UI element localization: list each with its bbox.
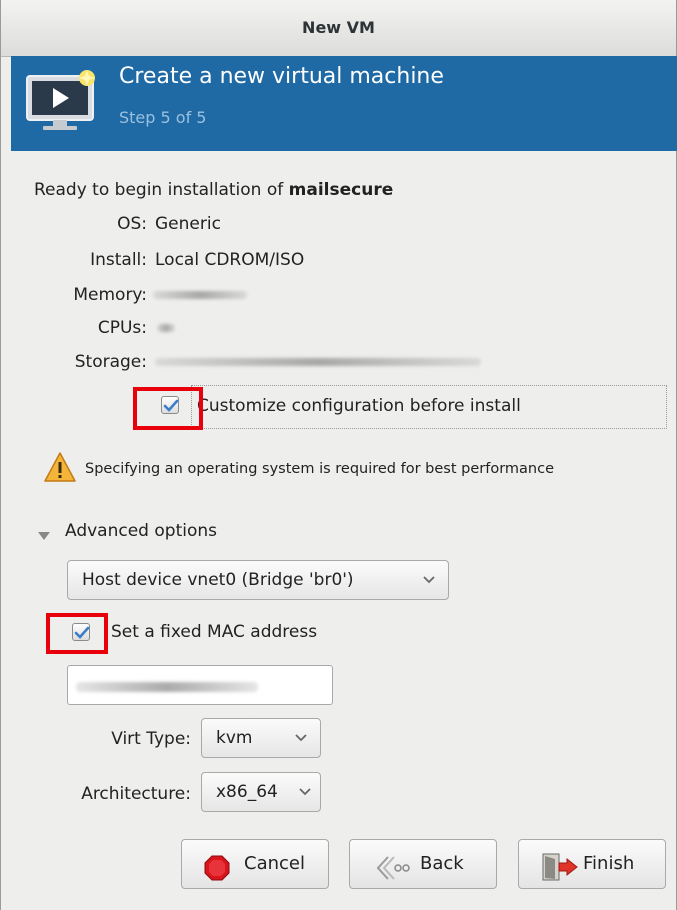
virt-type-select[interactable]: kvm (201, 718, 321, 758)
cpus-value-redacted (157, 324, 175, 332)
cancel-label: Cancel (244, 853, 305, 874)
chevron-down-icon (294, 719, 308, 771)
window-title: New VM (302, 18, 375, 37)
mac-address-redacted (76, 682, 258, 692)
storage-value-redacted (155, 358, 481, 366)
mac-address-field[interactable] (67, 665, 333, 705)
finish-button[interactable]: Finish (518, 839, 666, 889)
advanced-options-expander[interactable]: Advanced options (65, 521, 217, 541)
intro-text: Ready to begin installation of (34, 180, 289, 200)
back-button[interactable]: Back (349, 839, 497, 889)
header-banner: Create a new virtual machine Step 5 of 5 (11, 56, 677, 151)
new-vm-icon (25, 70, 101, 139)
customize-label[interactable]: Customize configuration before install (197, 396, 521, 416)
fixed-mac-label[interactable]: Set a fixed MAC address (111, 622, 317, 642)
storage-row: Storage: (1, 352, 677, 376)
chevron-down-icon (422, 561, 436, 613)
cpus-label: CPUs: (97, 318, 147, 338)
network-select-value: Host device vnet0 (Bridge 'br0') (82, 570, 354, 590)
cpus-row: CPUs: (1, 318, 677, 342)
virt-type-value: kvm (216, 728, 253, 748)
new-vm-window: New VM Create a new virtual machine Step… (0, 0, 677, 910)
finish-label: Finish (583, 853, 635, 874)
header-title: Create a new virtual machine (119, 64, 444, 89)
architecture-select[interactable]: x86_64 (201, 772, 321, 812)
os-row: OS: Generic (1, 214, 677, 238)
highlight-box-fixed-mac (46, 613, 108, 654)
back-arrow-icon (376, 852, 414, 900)
expander-arrow-icon[interactable] (37, 526, 51, 546)
summary-intro: Ready to begin installation of mailsecur… (34, 180, 393, 200)
chevron-down-icon (298, 773, 312, 825)
virt-type-label: Virt Type: (111, 729, 191, 749)
window-titlebar[interactable]: New VM (1, 0, 676, 57)
warning-icon (43, 451, 77, 488)
os-label: OS: (117, 214, 147, 234)
warning-text: Specifying an operating system is requir… (85, 461, 555, 477)
architecture-value: x86_64 (216, 782, 278, 802)
highlight-box-customize (133, 387, 203, 430)
memory-value-redacted (153, 291, 247, 299)
os-value: Generic (155, 214, 221, 234)
back-label: Back (420, 853, 464, 874)
finish-door-icon (541, 852, 579, 900)
cancel-button[interactable]: Cancel (181, 839, 329, 889)
memory-label: Memory: (73, 285, 147, 305)
memory-row: Memory: (1, 285, 677, 309)
network-select[interactable]: Host device vnet0 (Bridge 'br0') (67, 560, 449, 600)
install-label: Install: (90, 250, 147, 270)
install-value: Local CDROM/ISO (155, 250, 305, 270)
vm-name: mailsecure (288, 180, 394, 200)
install-row: Install: Local CDROM/ISO (1, 250, 677, 274)
architecture-label: Architecture: (81, 784, 191, 804)
storage-label: Storage: (74, 352, 147, 372)
stop-icon (204, 852, 230, 900)
header-step: Step 5 of 5 (119, 108, 207, 127)
